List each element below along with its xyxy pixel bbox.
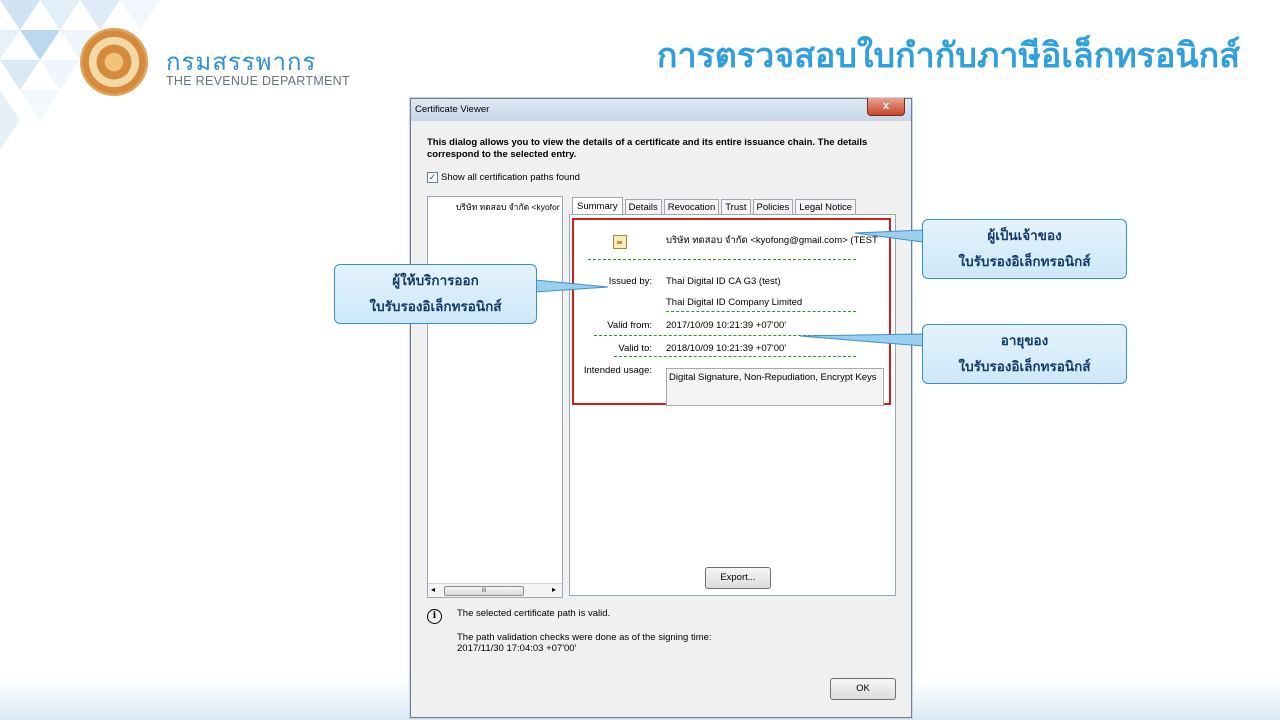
scroll-left-icon[interactable]: ◂	[431, 585, 435, 594]
certificate-tabs: Summary Details Revocation Trust Policie…	[570, 197, 857, 215]
tab-summary[interactable]: Summary	[572, 197, 623, 215]
tree-horizontal-scrollbar[interactable]: ◂ III ▸	[428, 583, 562, 597]
valid-from-value: 2017/10/09 10:21:39 +07'00'	[666, 320, 787, 331]
subject-name: บริษัท ทดสอบ จำกัด <kyofong@gmail.com> (…	[666, 235, 878, 246]
revenue-department-seal-icon	[80, 28, 148, 96]
logo-english-text: THE REVENUE DEPARTMENT	[166, 74, 350, 88]
issuer-callout-line1: ผู้ให้บริการออก	[392, 273, 479, 289]
certificate-path-tree[interactable]: บริษัท ทดสอบ จำกัด <kyofong@gmail.com> ◂…	[427, 196, 563, 598]
show-all-paths-label: Show all certification paths found	[441, 172, 580, 183]
validation-time-line2: 2017/11/30 17:04:03 +07'00'	[457, 643, 577, 654]
issued-by-label: Issued by:	[608, 276, 652, 287]
tree-item-certificate[interactable]: บริษัท ทดสอบ จำกัด <kyofong@gmail.com>	[456, 200, 560, 214]
valid-to-value: 2018/10/09 10:21:39 +07'00'	[666, 343, 787, 354]
green-dash-valid-to	[614, 356, 856, 357]
summary-panel: บริษัท ทดสอบ จำกัด <kyofong@gmail.com> (…	[569, 214, 896, 596]
certificate-viewer-dialog: Certificate Viewer x This dialog allows …	[410, 98, 912, 718]
intended-usage-field[interactable]: Digital Signature, Non-Repudiation, Encr…	[666, 368, 884, 406]
dialog-title: Certificate Viewer	[415, 104, 490, 115]
valid-from-label: Valid from:	[607, 320, 652, 331]
dialog-description: This dialog allows you to view the detai…	[427, 137, 868, 160]
issuer-callout-line2: ใบรับรองอิเล็กทรอนิกส์	[369, 299, 502, 315]
page-title: การตรวจสอบใบกำกับภาษีอิเล็กทรอนิกส์	[656, 36, 1240, 76]
issued-by-organization: Thai Digital ID Company Limited	[666, 297, 803, 308]
intended-usage-label: Intended usage:	[583, 365, 652, 376]
green-dash-issuer	[666, 311, 856, 312]
tab-policies[interactable]: Policies	[752, 199, 794, 215]
tab-revocation[interactable]: Revocation	[663, 199, 720, 215]
show-all-paths-option[interactable]: ✓ Show all certification paths found	[427, 172, 580, 183]
certificate-icon	[613, 235, 627, 249]
owner-callout: ผู้เป็นเจ้าของ ใบรับรองอิเล็กทรอนิกส์	[922, 219, 1127, 279]
valid-to-label: Valid to:	[618, 343, 652, 354]
scroll-right-icon[interactable]: ▸	[552, 585, 556, 594]
validity-callout-line2: ใบรับรองอิเล็กทรอนิกส์	[958, 359, 1091, 375]
issued-by-value: Thai Digital ID CA G3 (test)	[666, 276, 781, 287]
dialog-titlebar[interactable]: Certificate Viewer x	[411, 98, 911, 121]
validation-time-message: The path validation checks were done as …	[457, 632, 712, 654]
close-button[interactable]: x	[867, 98, 905, 116]
green-dash-valid-from	[594, 335, 856, 336]
owner-callout-line1: ผู้เป็นเจ้าของ	[987, 228, 1062, 244]
path-valid-message: The selected certificate path is valid.	[457, 608, 611, 619]
tab-trust[interactable]: Trust	[721, 199, 751, 215]
issuer-callout: ผู้ให้บริการออก ใบรับรองอิเล็กทรอนิกส์	[334, 264, 537, 324]
validity-callout-line1: อายุของ	[1000, 333, 1049, 349]
scroll-thumb[interactable]: III	[444, 586, 524, 596]
export-button[interactable]: Export...	[705, 567, 771, 589]
validity-callout: อายุของ ใบรับรองอิเล็กทรอนิกส์	[922, 324, 1127, 384]
owner-callout-line2: ใบรับรองอิเล็กทรอนิกส์	[958, 254, 1091, 270]
info-icon: i	[427, 609, 442, 624]
tab-legal-notice[interactable]: Legal Notice	[795, 199, 857, 215]
tab-details[interactable]: Details	[624, 199, 662, 215]
validation-time-line1: The path validation checks were done as …	[457, 632, 712, 643]
green-dash-subject	[588, 259, 856, 260]
show-all-paths-checkbox[interactable]: ✓	[427, 172, 438, 183]
ok-button[interactable]: OK	[830, 678, 896, 700]
close-icon: x	[882, 100, 890, 112]
